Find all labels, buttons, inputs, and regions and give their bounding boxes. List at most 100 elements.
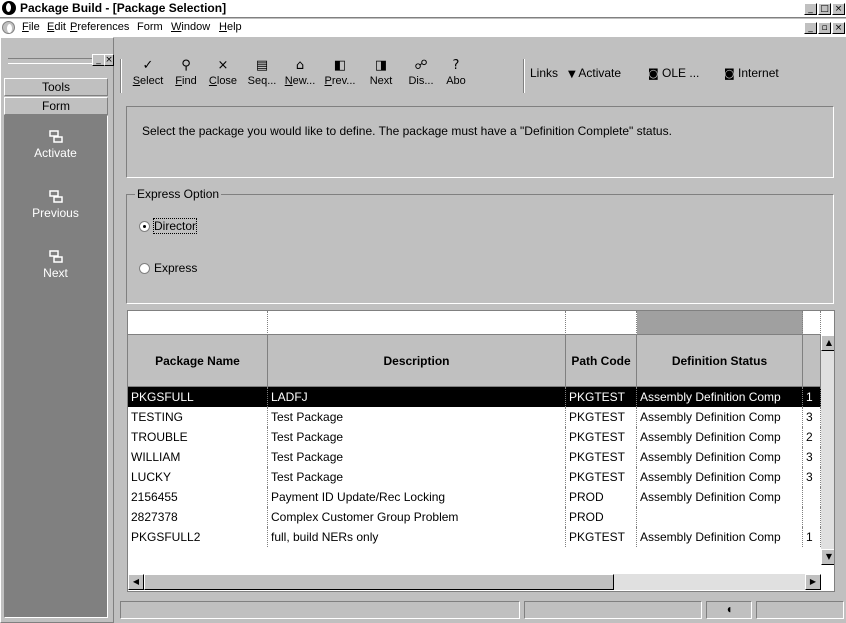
menu-file[interactable]: File [22, 21, 40, 33]
cell-name[interactable]: LUCKY [128, 467, 268, 487]
cell-path[interactable]: PKGTEST [566, 387, 637, 407]
cell-extra[interactable]: 3 [803, 447, 821, 467]
about-button[interactable]: ? Abo [436, 57, 476, 87]
form-header[interactable]: Form [4, 97, 108, 115]
cell-status[interactable]: Assembly Definition Comp [637, 447, 803, 467]
display-button[interactable]: ☍ Dis... [401, 57, 441, 87]
vertical-scrollbar[interactable]: ▲ ▼ [821, 335, 834, 565]
cell-name[interactable]: TESTING [128, 407, 268, 427]
sequence-button[interactable]: ▤ Seq... [242, 57, 282, 87]
director-radio[interactable]: Director [139, 218, 339, 235]
cell-extra[interactable]: 3 [803, 467, 821, 487]
cell-desc[interactable]: Test Package [268, 467, 566, 487]
cell-path[interactable]: PKGTEST [566, 407, 637, 427]
horizontal-scroll-thumb[interactable] [144, 574, 614, 590]
cell-extra[interactable] [803, 507, 821, 527]
sidebar-item-next[interactable]: Next [5, 250, 106, 280]
new-button[interactable]: ⌂ New... [280, 57, 320, 87]
cell-path[interactable]: PKGTEST [566, 447, 637, 467]
cell-status[interactable]: Assembly Definition Comp [637, 407, 803, 427]
cell-path[interactable]: PKGTEST [566, 427, 637, 447]
internet-link[interactable]: ◙ Internet [724, 66, 779, 80]
select-button[interactable]: ✓ Select [128, 57, 168, 87]
minimize-icon[interactable]: _ [804, 3, 817, 15]
cell-extra[interactable] [803, 487, 821, 507]
table-row[interactable]: PKGSFULL LADFJ PKGTEST Assembly Definition … [128, 387, 821, 407]
qbe-path-code[interactable] [566, 311, 637, 335]
cell-name[interactable]: WILLIAM [128, 447, 268, 467]
child-window-icon[interactable] [2, 21, 15, 34]
cell-status[interactable]: Assembly Definition Comp [637, 527, 803, 547]
tools-header[interactable]: Tools [4, 78, 108, 96]
cell-status[interactable] [637, 507, 803, 527]
cell-desc[interactable]: Payment ID Update/Rec Locking [268, 487, 566, 507]
cell-desc[interactable]: Test Package [268, 407, 566, 427]
cell-extra[interactable]: 3 [803, 407, 821, 427]
cell-name[interactable]: PKGSFULL [128, 387, 268, 407]
next-button[interactable]: ◨ Next [361, 57, 401, 87]
cell-extra[interactable]: 2 [803, 427, 821, 447]
column-header-path-code[interactable]: Path Code [566, 335, 637, 387]
cell-path[interactable]: PKGTEST [566, 527, 637, 547]
column-header-extra[interactable] [803, 335, 821, 387]
menu-form[interactable]: Form [137, 21, 163, 33]
column-header-package-name[interactable]: Package Name [128, 335, 268, 387]
scroll-down-icon[interactable]: ▼ [821, 549, 834, 565]
column-header-definition-status[interactable]: Definition Status [637, 335, 803, 387]
child-close-icon[interactable]: × [832, 22, 845, 34]
menu-help[interactable]: Help [219, 21, 242, 33]
cell-desc[interactable]: Complex Customer Group Problem [268, 507, 566, 527]
express-radio[interactable]: Express [139, 261, 339, 277]
cell-path[interactable]: PROD [566, 487, 637, 507]
cell-name[interactable]: TROUBLE [128, 427, 268, 447]
exit-bar-grip[interactable] [8, 58, 92, 64]
table-row[interactable]: 2827378 Complex Customer Group Problem PRO… [128, 507, 821, 527]
scroll-right-icon[interactable]: ▶ [805, 574, 821, 590]
table-row[interactable]: TESTING Test Package PKGTEST Assembly Defin… [128, 407, 821, 427]
table-row[interactable]: WILLIAM Test Package PKGTEST Assembly Defin… [128, 447, 821, 467]
cell-extra[interactable]: 1 [803, 527, 821, 547]
table-row[interactable]: LUCKY Test Package PKGTEST Assembly Definit… [128, 467, 821, 487]
column-header-description[interactable]: Description [268, 335, 566, 387]
close-button[interactable]: × Close [203, 57, 243, 87]
cell-name[interactable]: PKGSFULL2 [128, 527, 268, 547]
cell-desc[interactable]: Test Package [268, 447, 566, 467]
horizontal-scrollbar[interactable]: ◀ ▶ [128, 574, 821, 590]
menu-window[interactable]: Window [171, 21, 210, 33]
ole-link[interactable]: ◙ OLE ... [648, 66, 699, 80]
child-minimize-icon[interactable]: _ [804, 22, 817, 34]
menu-preferences[interactable]: Preferences [70, 21, 129, 33]
table-row[interactable]: 2156455 Payment ID Update/Rec Locking PROD… [128, 487, 821, 507]
cell-status[interactable]: Assembly Definition Comp [637, 387, 803, 407]
table-row[interactable]: TROUBLE Test Package PKGTEST Assembly Defin… [128, 427, 821, 447]
links-label[interactable]: Links [530, 66, 558, 80]
sidebar-item-activate[interactable]: Activate [5, 130, 106, 160]
cell-path[interactable]: PROD [566, 507, 637, 527]
cell-status[interactable]: Assembly Definition Comp [637, 427, 803, 447]
cell-name[interactable]: 2827378 [128, 507, 268, 527]
child-restore-icon[interactable]: ▫ [818, 22, 831, 34]
cell-desc[interactable]: Test Package [268, 427, 566, 447]
activate-link[interactable]: ▼ Activate [568, 66, 621, 80]
qbe-definition-status[interactable] [637, 311, 803, 335]
cell-desc[interactable]: LADFJ [268, 387, 566, 407]
cell-path[interactable]: PKGTEST [566, 467, 637, 487]
cell-name[interactable]: 2156455 [128, 487, 268, 507]
close-icon[interactable]: × [832, 3, 845, 15]
sidebar-item-previous[interactable]: Previous [5, 190, 106, 220]
exit-bar-close-icon[interactable]: × [104, 54, 114, 66]
scroll-left-icon[interactable]: ◀ [128, 574, 144, 590]
find-button[interactable]: ⚲ Find [166, 57, 206, 87]
cell-status[interactable]: Assembly Definition Comp [637, 487, 803, 507]
qbe-extra[interactable] [803, 311, 821, 335]
qbe-package-name[interactable] [128, 311, 268, 335]
cell-desc[interactable]: full, build NERs only [268, 527, 566, 547]
table-row[interactable]: PKGSFULL2 full, build NERs only PKGTEST Ass… [128, 527, 821, 547]
cell-extra[interactable]: 1 [803, 387, 821, 407]
maximize-icon[interactable]: □ [818, 3, 831, 15]
menu-edit[interactable]: Edit [47, 21, 66, 33]
qbe-description[interactable] [268, 311, 566, 335]
scroll-up-icon[interactable]: ▲ [821, 335, 834, 351]
previous-button[interactable]: ◧ Prev... [320, 57, 360, 87]
cell-status[interactable]: Assembly Definition Comp [637, 467, 803, 487]
